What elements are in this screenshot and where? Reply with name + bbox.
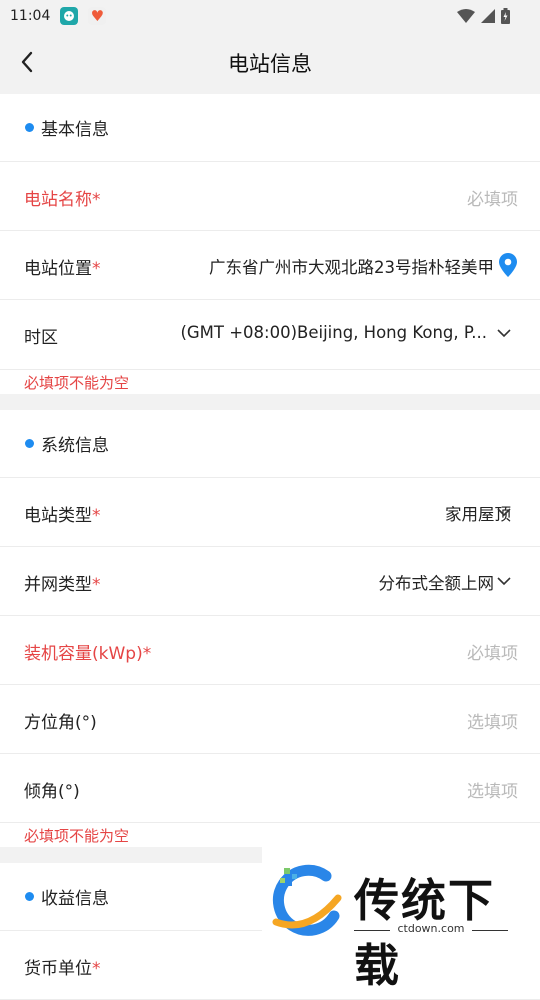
chevron-down-icon[interactable] — [497, 328, 511, 338]
section-title: 系统信息 — [41, 436, 109, 456]
watermark: 传统下载 ctdown.com — [262, 846, 540, 992]
section-title: 收益信息 — [41, 889, 109, 909]
back-button[interactable] — [14, 48, 42, 76]
section-header-basic: 基本信息 — [0, 94, 540, 162]
chevron-left-icon — [21, 51, 33, 73]
title-bar: 电站信息 — [0, 32, 540, 94]
chevron-down-icon[interactable] — [497, 507, 511, 517]
section-dot-icon — [25, 892, 34, 901]
section-title: 基本信息 — [41, 120, 109, 140]
status-time: 11:04 — [10, 8, 51, 24]
status-bar: 11:04 ♥ — [0, 0, 540, 32]
field-label: 电站类型* — [24, 506, 101, 526]
section-dot-icon — [25, 439, 34, 448]
field-label: 电站名称* — [24, 190, 101, 210]
field-label: 装机容量(kWp)* — [24, 644, 152, 664]
battery-icon — [501, 8, 510, 24]
page-title: 电站信息 — [228, 52, 312, 76]
section-header-system: 系统信息 — [0, 410, 540, 478]
field-label: 并网类型* — [24, 575, 101, 595]
station-name-row[interactable]: 电站名称* 必填项 — [0, 163, 540, 231]
field-label: 倾角(°) — [24, 782, 80, 802]
azimuth-input[interactable]: 选填项 — [467, 708, 518, 733]
grid-type-select[interactable]: 分布式全额上网 — [379, 570, 495, 594]
timezone-select[interactable]: (GMT +08:00)Beijing, Hong Kong, P... — [180, 323, 487, 342]
section-divider — [0, 394, 540, 410]
station-name-input[interactable]: 必填项 — [467, 185, 518, 210]
chevron-down-icon[interactable] — [497, 576, 511, 586]
capacity-row[interactable]: 装机容量(kWp)* 必填项 — [0, 617, 540, 685]
watermark-url: ctdown.com — [397, 922, 465, 935]
cell-signal-icon — [481, 9, 495, 23]
watermark-logo-icon — [272, 864, 342, 936]
section-dot-icon — [25, 123, 34, 132]
location-pin-icon[interactable] — [499, 253, 517, 277]
app-notification-icon — [60, 7, 79, 25]
tilt-input[interactable]: 选填项 — [467, 777, 518, 802]
field-label: 方位角(°) — [24, 713, 97, 733]
system-error-message: 必填项不能为空 — [24, 827, 130, 845]
azimuth-row[interactable]: 方位角(°) 选填项 — [0, 686, 540, 754]
field-label: 货币单位* — [24, 959, 101, 979]
heart-app-icon: ♥ — [88, 7, 107, 25]
field-label: 电站位置* — [24, 259, 101, 279]
tilt-row[interactable]: 倾角(°) 选填项 — [0, 755, 540, 823]
timezone-row[interactable]: 时区 (GMT +08:00)Beijing, Hong Kong, P... — [0, 301, 540, 369]
watermark-divider — [472, 930, 508, 931]
grid-type-row[interactable]: 并网类型* 分布式全额上网 — [0, 548, 540, 616]
basic-error-message: 必填项不能为空 — [24, 374, 130, 392]
field-label: 时区 — [24, 328, 58, 348]
capacity-input[interactable]: 必填项 — [467, 639, 518, 664]
station-location-row[interactable]: 电站位置* 广东省广州市大观北路23号指朴轻美甲 — [0, 232, 540, 300]
station-type-row[interactable]: 电站类型* 家用屋顶 — [0, 479, 540, 547]
station-location-value[interactable]: 广东省广州市大观北路23号指朴轻美甲 — [209, 254, 494, 278]
wifi-icon — [457, 9, 475, 23]
